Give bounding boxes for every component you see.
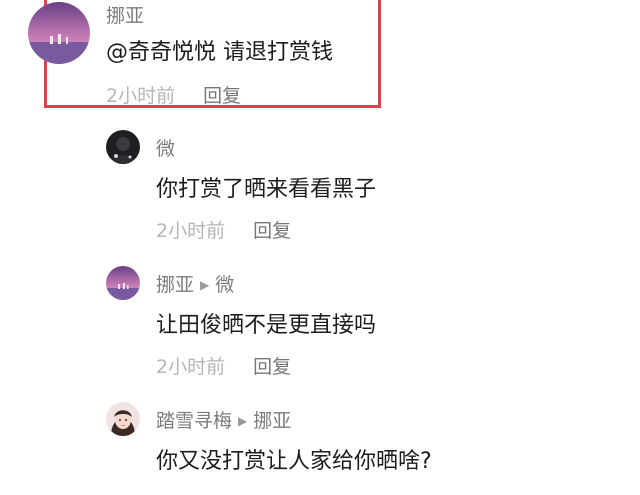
comment-text: 让田俊晒不是更直接吗	[156, 313, 377, 338]
reply-button[interactable]: 回复	[253, 356, 291, 378]
comment-author[interactable]: 挪亚 ▶ 微	[156, 273, 234, 297]
reply-button[interactable]: 回复	[253, 220, 291, 242]
comment-time: 2小时前	[156, 356, 226, 378]
avatar[interactable]	[28, 2, 90, 64]
comment-time: 2小时前	[106, 85, 176, 107]
comment-text: 你又没打赏让人家给你晒啥?	[156, 449, 432, 474]
comment-meta: 2小时前 回复	[156, 355, 291, 379]
avatar[interactable]	[106, 130, 140, 164]
dark-portrait-avatar-icon	[106, 130, 140, 164]
girl-portrait-avatar-icon	[106, 402, 140, 436]
reply-arrow-icon: ▶	[200, 278, 210, 292]
avatar[interactable]	[106, 402, 140, 436]
reply-to-name[interactable]: 挪亚	[253, 410, 291, 432]
sunset-sea-avatar-icon	[106, 266, 140, 300]
comment-meta: 2小时前 回复	[106, 84, 241, 108]
author-name[interactable]: 挪亚	[106, 5, 144, 27]
comment-author[interactable]: 微	[156, 137, 175, 161]
avatar[interactable]	[106, 266, 140, 300]
author-name[interactable]: 挪亚	[156, 274, 194, 296]
comment-author[interactable]: 踏雪寻梅 ▶ 挪亚	[156, 409, 291, 433]
reply-button[interactable]: 回复	[203, 85, 241, 107]
reply-to-name[interactable]: 微	[215, 274, 234, 296]
author-name[interactable]: 微	[156, 138, 175, 160]
reply-arrow-icon: ▶	[238, 414, 248, 428]
comment-text: 你打赏了晒来看看黑子	[156, 177, 377, 202]
comment-meta: 2小时前 回复	[156, 219, 291, 243]
author-name[interactable]: 踏雪寻梅	[156, 410, 232, 432]
comment-time: 2小时前	[156, 220, 226, 242]
comment-author[interactable]: 挪亚	[106, 4, 144, 28]
sunset-sea-avatar-icon	[28, 2, 90, 64]
comment-text: @奇奇悦悦 请退打赏钱	[106, 40, 333, 65]
